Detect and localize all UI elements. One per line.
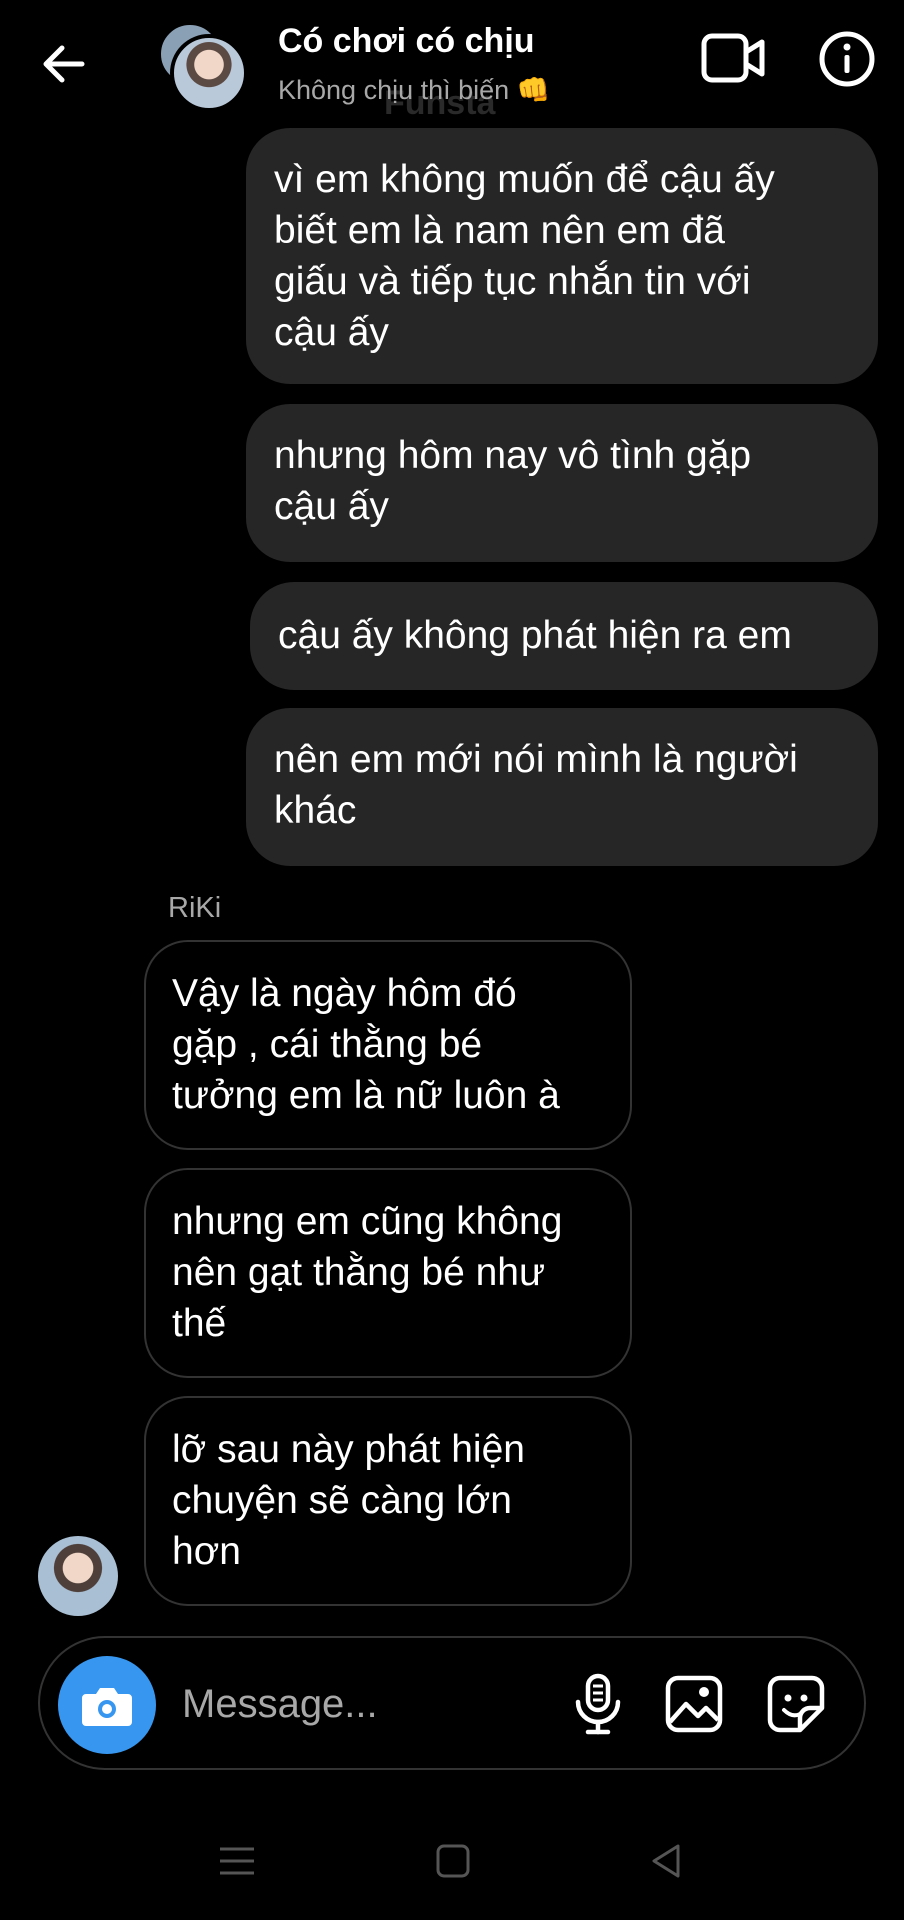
- chat-screen: Funsta Có chơi có chịu Không chịu thì bi…: [0, 0, 904, 1920]
- group-avatar[interactable]: [158, 22, 248, 112]
- message-line: cậu ấy không phát hiện ra em: [278, 614, 792, 657]
- received-message[interactable]: Vậy là ngày hôm đó gặp , cái thằng bé tư…: [144, 940, 632, 1150]
- chat-header: Funsta Có chơi có chịu Không chịu thì bi…: [0, 0, 904, 122]
- camera-icon: [82, 1688, 132, 1726]
- gallery-icon: [665, 1675, 723, 1733]
- back-triangle-icon: [652, 1844, 680, 1878]
- chat-subtitle: Không chịu thì biến 👊: [278, 75, 551, 105]
- message-line: thế: [172, 1302, 227, 1345]
- message-input[interactable]: [182, 1674, 542, 1734]
- sticker-button[interactable]: [766, 1674, 826, 1734]
- received-message[interactable]: nhưng em cũng không nên gạt thằng bé như…: [144, 1168, 632, 1378]
- sent-message[interactable]: vì em không muốn để cậu ấy biết em là na…: [246, 128, 878, 384]
- system-nav-bar: [0, 1800, 904, 1920]
- sticker-icon: [767, 1675, 825, 1733]
- message-line: khác: [274, 789, 357, 832]
- gallery-button[interactable]: [664, 1674, 724, 1734]
- message-line: tưởng em là nữ luôn à: [172, 1074, 560, 1117]
- message-line: cậu ấy: [274, 311, 389, 354]
- message-line: nhưng hôm nay vô tình gặp: [274, 434, 752, 477]
- message-line: biết em là nam nên em đã: [274, 209, 725, 252]
- message-line: lỡ sau này phát hiện: [172, 1428, 525, 1471]
- menu-icon: [220, 1847, 254, 1875]
- nav-home-button[interactable]: [434, 1842, 472, 1880]
- message-line: nên em mới nói mình là người: [274, 738, 798, 781]
- video-call-button[interactable]: [700, 30, 766, 86]
- sent-message[interactable]: nên em mới nói mình là người khác: [246, 708, 878, 866]
- info-icon: [819, 31, 875, 87]
- nav-recents-button[interactable]: [216, 1844, 258, 1878]
- nav-back-button[interactable]: [648, 1842, 684, 1880]
- voice-message-button[interactable]: [568, 1672, 628, 1736]
- message-line: Vậy là ngày hôm đó: [172, 972, 517, 1015]
- message-line: vì em không muốn để cậu ấy: [274, 158, 775, 201]
- info-button[interactable]: [818, 30, 876, 88]
- video-call-icon: [701, 33, 765, 83]
- back-arrow-icon: [43, 45, 85, 83]
- message-line: nên gạt thằng bé như: [172, 1251, 546, 1294]
- home-square-icon: [436, 1844, 470, 1878]
- chat-title[interactable]: Có chơi có chịu: [278, 22, 535, 61]
- message-line: chuyện sẽ càng lớn: [172, 1479, 512, 1522]
- avatar-primary: [170, 34, 248, 112]
- sender-name: RiKi: [168, 892, 222, 924]
- message-line: hơn: [172, 1530, 241, 1573]
- message-composer: [38, 1636, 866, 1770]
- microphone-icon: [575, 1673, 621, 1735]
- back-button[interactable]: [36, 36, 92, 92]
- sent-message[interactable]: cậu ấy không phát hiện ra em: [250, 582, 878, 690]
- sender-avatar[interactable]: [38, 1536, 118, 1616]
- received-message[interactable]: lỡ sau này phát hiện chuyện sẽ càng lớn …: [144, 1396, 632, 1606]
- camera-button[interactable]: [58, 1656, 156, 1754]
- message-line: gặp , cái thằng bé: [172, 1023, 483, 1066]
- sent-message[interactable]: nhưng hôm nay vô tình gặp cậu ấy: [246, 404, 878, 562]
- message-line: cậu ấy: [274, 485, 389, 528]
- message-line: nhưng em cũng không: [172, 1200, 563, 1243]
- message-line: giấu và tiếp tục nhắn tin với: [274, 260, 751, 303]
